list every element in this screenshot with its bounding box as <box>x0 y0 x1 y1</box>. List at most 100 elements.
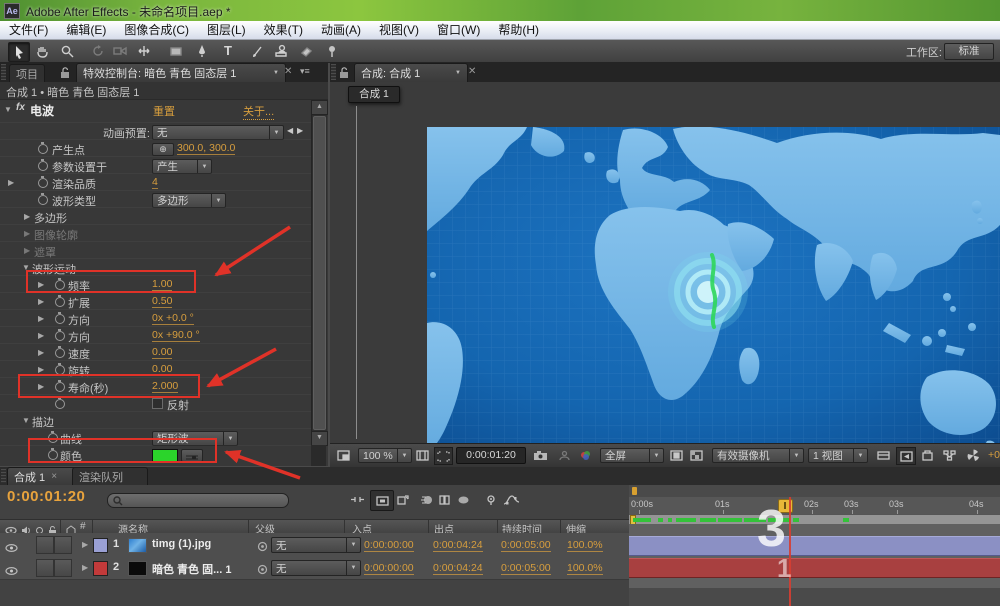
column-hash[interactable]: # <box>80 521 86 532</box>
current-render-icon[interactable] <box>896 447 916 465</box>
layer-duration-value[interactable]: 0:00:05:00 <box>501 539 551 552</box>
menu-help[interactable]: 帮助(H) <box>489 22 548 39</box>
menu-window[interactable]: 窗口(W) <box>428 22 489 39</box>
param-dropdown[interactable]: 多边形▼ <box>152 193 226 208</box>
auto-keyframe-icon[interactable] <box>452 490 474 509</box>
about-button[interactable]: 关于... <box>243 103 274 120</box>
parent-pickwhip-icon[interactable] <box>257 539 268 557</box>
layer-expander-icon[interactable]: ▶ <box>82 563 88 573</box>
param-dropdown[interactable]: 产生▼ <box>152 159 212 174</box>
expander-icon[interactable]: ▶ <box>24 246 30 256</box>
layer-name[interactable]: timg (1).jpg <box>152 538 211 550</box>
layer-in-value[interactable]: 0:00:00:00 <box>364 562 414 575</box>
playhead-line[interactable] <box>789 497 791 606</box>
parent-pickwhip-icon[interactable] <box>257 562 268 580</box>
layer-out-value[interactable]: 0:00:04:24 <box>433 539 483 552</box>
layer-switch-cell[interactable] <box>54 536 72 554</box>
region-of-interest-icon[interactable] <box>434 447 453 465</box>
selection-tool-icon[interactable] <box>8 42 30 62</box>
show-snapshot-icon[interactable] <box>556 447 572 463</box>
expander-icon[interactable]: ▶ <box>38 365 44 375</box>
stopwatch-icon[interactable] <box>55 314 65 324</box>
menu-layer[interactable]: 图层(L) <box>198 22 255 39</box>
comp-mini-flowchart-icon[interactable] <box>346 490 368 509</box>
guides-icon[interactable] <box>874 447 892 463</box>
always-preview-icon[interactable] <box>334 447 352 463</box>
transparency-grid-icon[interactable] <box>688 447 705 463</box>
expander-icon[interactable]: ▶ <box>38 297 44 307</box>
layer-color-swatch[interactable] <box>93 561 108 576</box>
puppet-pin-tool-icon[interactable] <box>322 42 342 60</box>
layer-switch-cell[interactable] <box>36 559 54 577</box>
param-value[interactable]: 0x +0.0 ° <box>152 312 194 325</box>
eyedropper-button[interactable] <box>181 449 203 462</box>
panel-menu-icon[interactable]: ▾≡ <box>300 66 310 77</box>
timeline-timecode[interactable]: 0:00:01:20 <box>7 488 85 505</box>
stopwatch-icon[interactable] <box>38 161 48 171</box>
stopwatch-icon[interactable] <box>38 144 48 154</box>
comp-crumb-chip[interactable]: 合成 1 <box>348 86 400 103</box>
stopwatch-icon[interactable] <box>48 450 58 460</box>
param-value[interactable]: 0.00 <box>152 363 172 376</box>
tab-effect-controls[interactable]: 特效控制台: 暗色 青色 固态层 1 ▼ <box>76 63 286 82</box>
mask-shape-tool-icon[interactable] <box>166 42 186 60</box>
tab-close-icon[interactable]: × <box>51 471 57 482</box>
param-value[interactable]: 0x +90.0 ° <box>152 329 200 342</box>
nav-start-marker[interactable] <box>632 487 637 495</box>
frame-blending-icon[interactable] <box>392 490 414 509</box>
graph-editor-spotlight-icon[interactable] <box>480 490 502 509</box>
safe-margins-icon[interactable] <box>414 447 431 463</box>
stopwatch-icon[interactable] <box>55 280 65 290</box>
reflection-checkbox[interactable] <box>152 398 163 409</box>
point-picker-button[interactable]: ⊕ <box>152 143 174 156</box>
time-ruler[interactable]: 0:00s 01s 02s 03s 03s 04s <box>629 497 1000 515</box>
preset-dropdown[interactable]: 无▼ <box>152 125 284 140</box>
text-tool-icon[interactable]: T <box>218 42 238 60</box>
tab-dropdown-icon[interactable]: ▼ <box>455 70 461 76</box>
stopwatch-icon[interactable] <box>55 382 65 392</box>
layer-visibility-eye-icon[interactable] <box>5 563 18 581</box>
param-value[interactable]: 300.0, 300.0 <box>177 142 235 155</box>
stopwatch-icon[interactable] <box>38 195 48 205</box>
view-layout-dropdown[interactable]: 1 视图▼ <box>808 448 868 463</box>
camera-view-dropdown[interactable]: 有效摄像机▼ <box>712 448 804 463</box>
eraser-tool-icon[interactable] <box>296 42 316 60</box>
shy-layers-icon[interactable] <box>370 490 394 511</box>
exposure-value[interactable]: +0. <box>988 449 1000 461</box>
timeline-search-input[interactable] <box>107 493 289 508</box>
clone-stamp-tool-icon[interactable] <box>272 42 292 60</box>
expander-icon[interactable]: ▶ <box>38 280 44 290</box>
stopwatch-icon[interactable] <box>38 178 48 188</box>
tab-close-icon[interactable]: ✕ <box>468 66 476 77</box>
workspace-dropdown[interactable]: 标准 <box>944 43 994 60</box>
zoom-tool-icon[interactable] <box>57 42 77 60</box>
param-value[interactable]: 4 <box>152 176 158 189</box>
menu-view[interactable]: 视图(V) <box>370 22 428 39</box>
reset-button[interactable]: 重置 <box>153 103 175 119</box>
tab-render-queue[interactable]: 渲染队列 <box>72 467 148 485</box>
param-dropdown[interactable]: 矩形波▼ <box>152 431 238 446</box>
stopwatch-icon[interactable] <box>48 433 58 443</box>
layer-stretch-value[interactable]: 100.0% <box>567 539 603 552</box>
layer-duration-value[interactable]: 0:00:05:00 <box>501 562 551 575</box>
expander-icon[interactable]: ▶ <box>38 331 44 341</box>
tab-composition[interactable]: 合成: 合成 1 ▼ <box>354 63 468 82</box>
color-swatch[interactable] <box>152 449 178 462</box>
comp-viewer[interactable]: 合成 1 <box>330 82 1000 443</box>
hand-tool-icon[interactable] <box>32 42 52 60</box>
param-value[interactable]: 0.50 <box>152 295 172 308</box>
exposure-pinwheel-icon[interactable] <box>964 447 982 463</box>
camera-tool-icon[interactable] <box>110 42 130 60</box>
rotate-tool-icon[interactable] <box>88 42 108 60</box>
pan-behind-tool-icon[interactable] <box>134 42 154 60</box>
panel-grip[interactable] <box>1 64 6 80</box>
resolution-dropdown[interactable]: 全屏▼ <box>600 448 664 463</box>
expander-icon[interactable]: ▶ <box>38 314 44 324</box>
expander-icon[interactable]: ▼ <box>4 105 12 115</box>
expander-icon[interactable]: ▶ <box>38 348 44 358</box>
magnification-dropdown[interactable]: 100 %▼ <box>358 448 412 463</box>
param-value[interactable]: 0.00 <box>152 346 172 359</box>
menu-animation[interactable]: 动画(A) <box>312 22 370 39</box>
tab-dropdown-icon[interactable]: ▼ <box>273 70 279 76</box>
tab-close-icon[interactable]: ✕ <box>284 66 292 77</box>
